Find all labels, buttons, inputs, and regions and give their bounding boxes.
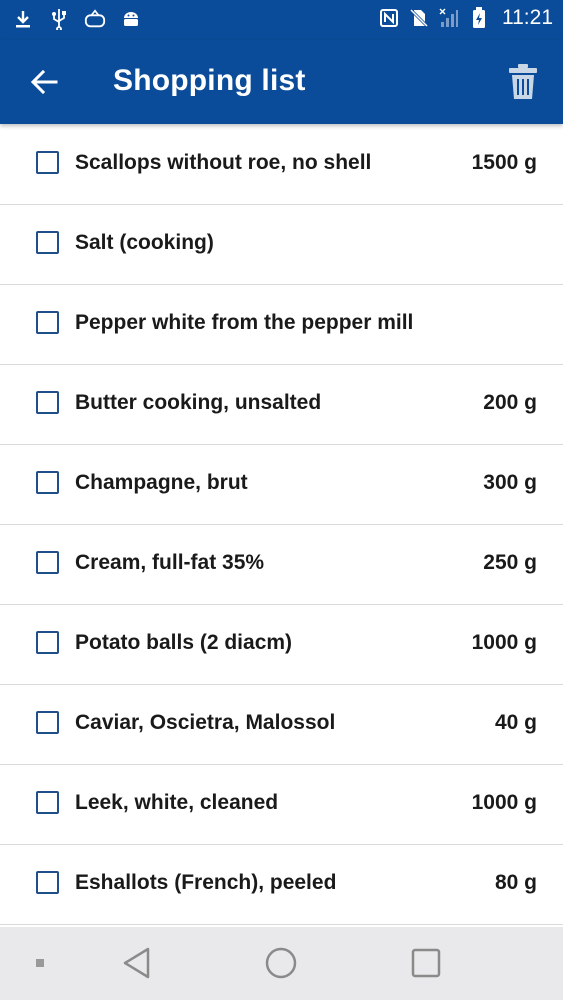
item-name: Pepper white from the pepper mill xyxy=(75,311,414,334)
signal-icon xyxy=(438,7,460,29)
nav-recents-button[interactable] xyxy=(406,943,446,983)
list-item[interactable]: Salt (cooking) xyxy=(0,205,563,285)
shopping-list: Scallops without roe, no shell 1500 g Sa… xyxy=(0,125,563,925)
battery-charging-icon xyxy=(468,7,490,29)
list-item[interactable]: Scallops without roe, no shell 1500 g xyxy=(0,125,563,205)
status-right-icons: 11:21 xyxy=(378,6,553,30)
list-item[interactable]: Caviar, Oscietra, Malossol 40 g xyxy=(0,685,563,765)
download-icon xyxy=(12,8,34,30)
nfc-icon xyxy=(378,7,400,29)
status-bar: 11:21 xyxy=(0,0,563,40)
item-checkbox[interactable] xyxy=(36,871,59,894)
list-item[interactable]: Butter cooking, unsalted 200 g xyxy=(0,365,563,445)
page-title: Shopping list xyxy=(113,64,306,97)
item-quantity: 1000 g xyxy=(471,791,537,814)
item-name: Champagne, brut xyxy=(75,471,248,494)
item-checkbox[interactable] xyxy=(36,791,59,814)
trash-icon xyxy=(509,64,537,99)
status-left-icons xyxy=(12,8,142,30)
item-quantity: 40 g xyxy=(494,711,537,734)
usb-icon xyxy=(48,8,70,30)
back-button[interactable] xyxy=(24,62,64,102)
item-checkbox[interactable] xyxy=(36,471,59,494)
list-item[interactable]: Potato balls (2 diacm) 1000 g xyxy=(0,605,563,685)
item-checkbox[interactable] xyxy=(36,231,59,254)
nav-back-button[interactable] xyxy=(117,943,157,983)
item-quantity: 80 g xyxy=(494,871,537,894)
item-name: Cream, full-fat 35% xyxy=(75,551,265,574)
no-sim-icon xyxy=(408,7,430,29)
item-name: Salt (cooking) xyxy=(75,231,214,254)
menu-dot-button[interactable] xyxy=(20,943,60,983)
item-checkbox[interactable] xyxy=(36,711,59,734)
item-name: Caviar, Oscietra, Malossol xyxy=(75,711,336,734)
list-item[interactable]: Pepper white from the pepper mill xyxy=(0,285,563,365)
status-clock: 11:21 xyxy=(502,6,553,29)
back-triangle-icon xyxy=(123,947,150,979)
item-name: Potato balls (2 diacm) xyxy=(75,631,293,654)
list-item[interactable]: Leek, white, cleaned 1000 g xyxy=(0,765,563,845)
menu-dot-icon xyxy=(36,959,44,967)
app-bar: Shopping list xyxy=(0,40,563,124)
item-quantity: 200 g xyxy=(483,391,537,414)
arrow-back-icon xyxy=(30,69,58,95)
delete-list-button[interactable] xyxy=(501,58,545,106)
item-quantity: 1000 g xyxy=(471,631,537,654)
android-icon xyxy=(120,8,142,30)
system-nav-bar xyxy=(0,927,563,1000)
item-name: Butter cooking, unsalted xyxy=(75,391,322,414)
list-item[interactable]: Cream, full-fat 35% 250 g xyxy=(0,525,563,605)
list-item[interactable]: Champagne, brut 300 g xyxy=(0,445,563,525)
item-checkbox[interactable] xyxy=(36,151,59,174)
recents-square-icon xyxy=(411,948,441,978)
item-checkbox[interactable] xyxy=(36,311,59,334)
nav-home-button[interactable] xyxy=(261,943,301,983)
item-name: Leek, white, cleaned xyxy=(75,791,279,814)
item-name: Eshallots (French), peeled xyxy=(75,871,337,894)
item-checkbox[interactable] xyxy=(36,391,59,414)
item-quantity: 250 g xyxy=(483,551,537,574)
item-quantity: 300 g xyxy=(483,471,537,494)
home-circle-icon xyxy=(265,947,297,979)
list-item[interactable]: Eshallots (French), peeled 80 g xyxy=(0,845,563,925)
item-checkbox[interactable] xyxy=(36,631,59,654)
sync-game-icon xyxy=(84,8,106,30)
item-quantity: 1500 g xyxy=(471,151,537,174)
item-checkbox[interactable] xyxy=(36,551,59,574)
item-name: Scallops without roe, no shell xyxy=(75,151,372,174)
